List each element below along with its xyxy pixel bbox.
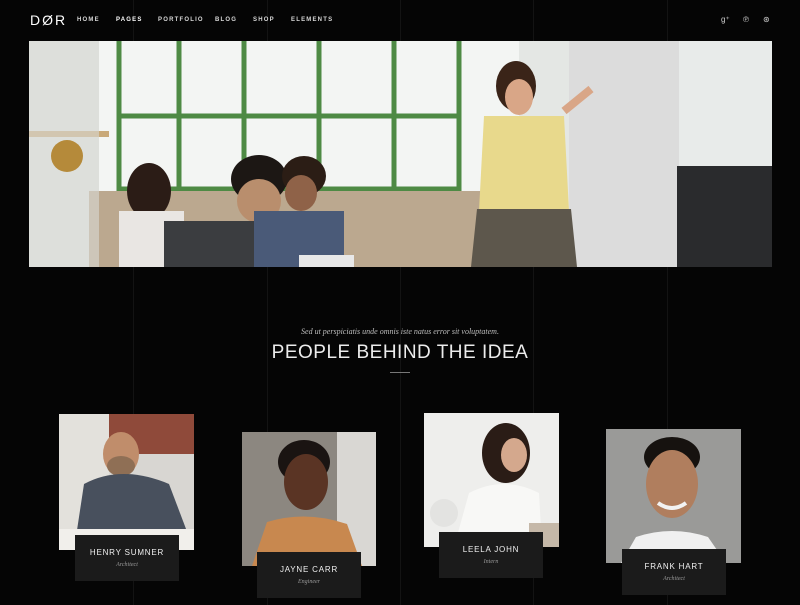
team-member-role: Intern — [483, 559, 499, 565]
team-member-role: Architect — [116, 562, 138, 568]
nav-item-shop[interactable]: SHOP — [253, 17, 275, 23]
section-subtitle: Sed ut perspiciatis unde omnis iste natu… — [301, 327, 499, 336]
team-member-label: HENRY SUMNER Architect — [75, 535, 179, 581]
team-member-name: JAYNE CARR — [279, 565, 339, 574]
team-member-name: HENRY SUMNER — [89, 548, 165, 557]
nav-item-portfolio[interactable]: PORTFOLIO — [158, 17, 204, 23]
team-member-name: FRANK HART — [644, 562, 704, 571]
dribbble-icon[interactable]: ⊛ — [763, 15, 770, 24]
nav-item-blog[interactable]: BLOG — [215, 17, 237, 23]
team-member-label: JAYNE CARR Engineer — [257, 552, 361, 598]
team-member-role: Engineer — [298, 579, 320, 585]
nav-item-elements[interactable]: ELEMENTS — [291, 17, 333, 23]
site-logo[interactable]: DØR — [30, 12, 67, 28]
site-header: DØR HOME PAGES PORTFOLIO BLOG SHOP ELEME… — [0, 0, 800, 40]
team-member-label: LEELA JOHN Intern — [439, 532, 543, 578]
nav-item-home[interactable]: HOME — [77, 17, 100, 23]
team-member-photo — [424, 413, 559, 547]
section-title: PEOPLE BEHIND THE IDEA — [271, 342, 529, 363]
google-plus-icon[interactable]: g⁺ — [721, 15, 730, 24]
team-member-photo — [59, 414, 194, 550]
team-member-photo — [606, 429, 741, 563]
nav-item-pages[interactable]: PAGES — [116, 17, 143, 23]
hero-image — [29, 41, 772, 267]
pinterest-icon[interactable]: ℗ — [743, 15, 749, 24]
title-divider — [390, 372, 410, 373]
team-member-name: LEELA JOHN — [462, 545, 520, 554]
team-member-label: FRANK HART Architect — [622, 549, 726, 595]
team-member-role: Architect — [663, 576, 685, 582]
team-member-photo — [242, 432, 376, 566]
